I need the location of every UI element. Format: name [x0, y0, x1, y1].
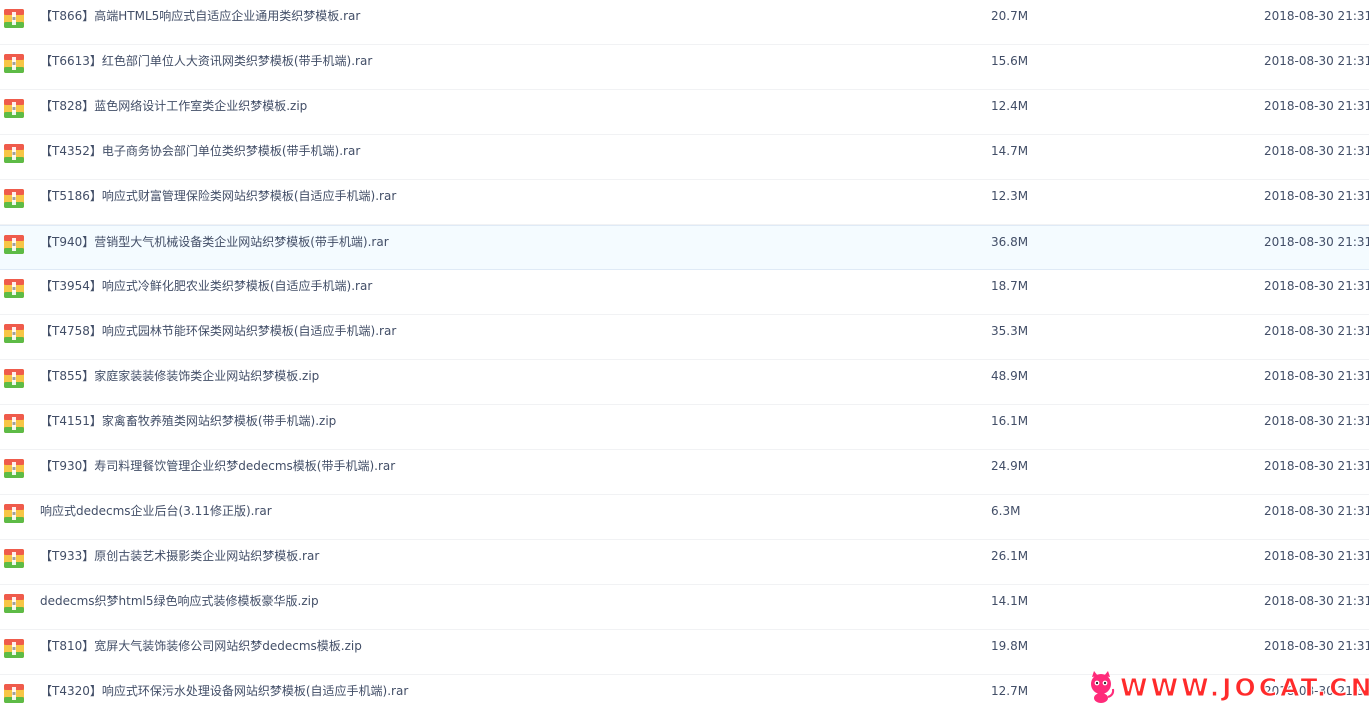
file-date: 2018-08-30 21:31 [1264, 684, 1369, 698]
file-row[interactable]: 【T855】家庭家装装修装饰类企业网站织梦模板.zip 48.9M 2018-08-… [0, 360, 1369, 405]
file-name-link[interactable]: 【T4352】电子商务协会部门单位类织梦模板(带手机端).rar [40, 135, 360, 180]
file-size: 20.7M [991, 9, 1029, 23]
archive-file-icon [4, 235, 24, 254]
file-row[interactable]: 响应式dedecms企业后台(3.11修正版).rar 6.3M 2018-08-3… [0, 495, 1369, 540]
file-size: 12.7M [991, 684, 1029, 698]
archive-file-icon [4, 144, 24, 163]
file-date: 2018-08-30 21:31 [1264, 639, 1369, 653]
archive-file-icon [4, 369, 24, 388]
file-name-link[interactable]: 【T855】家庭家装装修装饰类企业网站织梦模板.zip [40, 360, 319, 405]
file-size: 14.7M [991, 144, 1029, 158]
file-date: 2018-08-30 21:31 [1264, 144, 1369, 158]
archive-file-icon [4, 594, 24, 613]
file-name-link[interactable]: 【T940】营销型大气机械设备类企业网站织梦模板(带手机端).rar [40, 226, 389, 271]
archive-file-icon [4, 414, 24, 433]
file-date: 2018-08-30 21:31 [1264, 414, 1369, 428]
archive-file-icon [4, 54, 24, 73]
file-size: 16.1M [991, 414, 1029, 428]
file-name-link[interactable]: 响应式dedecms企业后台(3.11修正版).rar [40, 495, 272, 540]
file-row[interactable]: 【T4320】响应式环保污水处理设备网站织梦模板(自适应手机端).rar 12.7… [0, 675, 1369, 704]
file-row[interactable]: 【T866】高端HTML5响应式自适应企业通用类织梦模板.rar 20.7M 201… [0, 0, 1369, 45]
archive-file-icon [4, 684, 24, 703]
file-date: 2018-08-30 21:31 [1264, 99, 1369, 113]
file-row[interactable]: 【T4758】响应式园林节能环保类网站织梦模板(自适应手机端).rar 35.3M… [0, 315, 1369, 360]
file-size: 12.4M [991, 99, 1029, 113]
file-size: 26.1M [991, 549, 1029, 563]
file-row[interactable]: 【T5186】响应式财富管理保险类网站织梦模板(自适应手机端).rar 12.3M… [0, 180, 1369, 225]
file-date: 2018-08-30 21:31 [1264, 189, 1369, 203]
file-size: 18.7M [991, 279, 1029, 293]
file-date: 2018-08-30 21:31 [1264, 235, 1369, 249]
file-date: 2018-08-30 21:31 [1264, 9, 1369, 23]
file-date: 2018-08-30 21:31 [1264, 369, 1369, 383]
archive-file-icon [4, 279, 24, 298]
file-row[interactable]: 【T6613】红色部门单位人大资讯网类织梦模板(带手机端).rar 15.6M 20… [0, 45, 1369, 90]
file-size: 36.8M [991, 235, 1029, 249]
archive-file-icon [4, 504, 24, 523]
file-row[interactable]: 【T930】寿司料理餐饮管理企业织梦dedecms模板(带手机端).rar 24.… [0, 450, 1369, 495]
file-row[interactable]: 【T4352】电子商务协会部门单位类织梦模板(带手机端).rar 14.7M 201… [0, 135, 1369, 180]
file-name-link[interactable]: 【T4320】响应式环保污水处理设备网站织梦模板(自适应手机端).rar [40, 675, 408, 704]
file-list: 【T866】高端HTML5响应式自适应企业通用类织梦模板.rar 20.7M 201… [0, 0, 1369, 704]
archive-file-icon [4, 549, 24, 568]
file-row[interactable]: 【T940】营销型大气机械设备类企业网站织梦模板(带手机端).rar 36.8M 2… [0, 225, 1369, 270]
file-row[interactable]: 【T810】宽屏大气装饰装修公司网站织梦dedecms模板.zip 19.8M 20… [0, 630, 1369, 675]
file-size: 48.9M [991, 369, 1029, 383]
file-size: 19.8M [991, 639, 1029, 653]
file-date: 2018-08-30 21:31 [1264, 54, 1369, 68]
file-name-link[interactable]: 【T5186】响应式财富管理保险类网站织梦模板(自适应手机端).rar [40, 180, 396, 225]
archive-file-icon [4, 189, 24, 208]
file-name-link[interactable]: 【T4758】响应式园林节能环保类网站织梦模板(自适应手机端).rar [40, 315, 396, 360]
file-name-link[interactable]: 【T4151】家禽畜牧养殖类网站织梦模板(带手机端).zip [40, 405, 336, 450]
file-date: 2018-08-30 21:31 [1264, 594, 1369, 608]
file-date: 2018-08-30 21:31 [1264, 279, 1369, 293]
archive-file-icon [4, 99, 24, 118]
file-size: 24.9M [991, 459, 1029, 473]
file-date: 2018-08-30 21:31 [1264, 504, 1369, 518]
archive-file-icon [4, 459, 24, 478]
file-size: 15.6M [991, 54, 1029, 68]
file-row[interactable]: 【T933】原创古装艺术摄影类企业网站织梦模板.rar 26.1M 2018-08-… [0, 540, 1369, 585]
file-size: 6.3M [991, 504, 1021, 518]
file-name-link[interactable]: 【T6613】红色部门单位人大资讯网类织梦模板(带手机端).rar [40, 45, 372, 90]
file-name-link[interactable]: 【T933】原创古装艺术摄影类企业网站织梦模板.rar [40, 540, 319, 585]
archive-file-icon [4, 324, 24, 343]
file-name-link[interactable]: dedecms织梦html5绿色响应式装修模板豪华版.zip [40, 585, 319, 630]
archive-file-icon [4, 9, 24, 28]
file-row[interactable]: 【T828】蓝色网络设计工作室类企业织梦模板.zip 12.4M 2018-08-3… [0, 90, 1369, 135]
file-row[interactable]: dedecms织梦html5绿色响应式装修模板豪华版.zip 14.1M 2018-… [0, 585, 1369, 630]
file-name-link[interactable]: 【T3954】响应式冷鲜化肥农业类织梦模板(自适应手机端).rar [40, 270, 372, 315]
file-date: 2018-08-30 21:31 [1264, 324, 1369, 338]
file-name-link[interactable]: 【T866】高端HTML5响应式自适应企业通用类织梦模板.rar [40, 0, 360, 45]
file-row[interactable]: 【T4151】家禽畜牧养殖类网站织梦模板(带手机端).zip 16.1M 2018-… [0, 405, 1369, 450]
file-name-link[interactable]: 【T930】寿司料理餐饮管理企业织梦dedecms模板(带手机端).rar [40, 450, 395, 495]
file-name-link[interactable]: 【T828】蓝色网络设计工作室类企业织梦模板.zip [40, 90, 307, 135]
file-size: 12.3M [991, 189, 1029, 203]
file-size: 35.3M [991, 324, 1029, 338]
file-name-link[interactable]: 【T810】宽屏大气装饰装修公司网站织梦dedecms模板.zip [40, 630, 362, 675]
file-size: 14.1M [991, 594, 1029, 608]
file-date: 2018-08-30 21:31 [1264, 549, 1369, 563]
archive-file-icon [4, 639, 24, 658]
file-row[interactable]: 【T3954】响应式冷鲜化肥农业类织梦模板(自适应手机端).rar 18.7M 20… [0, 270, 1369, 315]
file-date: 2018-08-30 21:31 [1264, 459, 1369, 473]
